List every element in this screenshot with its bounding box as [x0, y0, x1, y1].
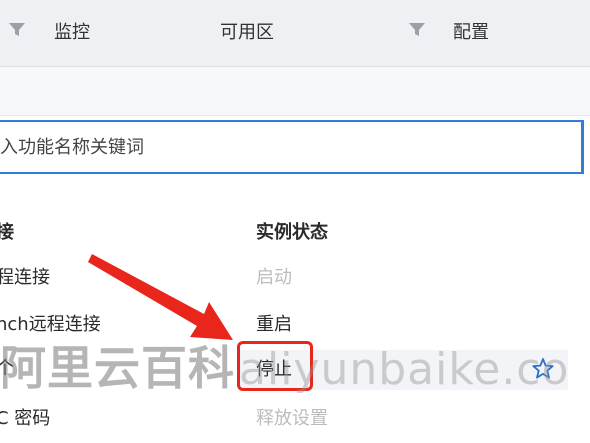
menu-item-remote-connect[interactable]: 程连接 [0, 263, 50, 289]
menu-item-partial[interactable]: 个 [0, 354, 14, 380]
menu-column-title-connect: 接 [0, 222, 14, 243]
menu-column-title-instance-status: 实例状态 [256, 222, 328, 243]
table-row [0, 67, 590, 116]
menu-item-restart[interactable]: 重启 [256, 310, 292, 336]
column-header-monitor[interactable]: 监控 [54, 0, 90, 62]
filter-icon[interactable] [8, 22, 26, 38]
column-header-zone[interactable]: 可用区 [220, 0, 274, 62]
filter-icon[interactable] [408, 22, 426, 38]
menu-item-release-settings[interactable]: 释放设置 [256, 404, 328, 430]
star-icon[interactable] [531, 357, 555, 381]
menu-item-vnc-password[interactable]: C 密码 [0, 404, 50, 430]
menu-item-start[interactable]: 启动 [256, 263, 292, 289]
stop-highlight-box [237, 341, 313, 391]
table-header: 监控 可用区 配置 [0, 0, 590, 67]
menu-item-workbench-remote-connect[interactable]: nch远程连接 [0, 310, 101, 336]
column-header-config[interactable]: 配置 [453, 0, 489, 62]
search-box[interactable] [0, 120, 584, 174]
search-input[interactable] [0, 122, 560, 172]
